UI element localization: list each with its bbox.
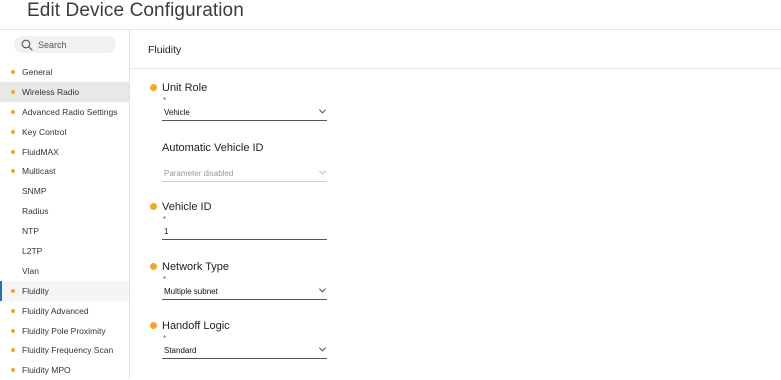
sidebar-item-general[interactable]: General — [0, 62, 129, 82]
sidebar-item-key-control[interactable]: Key Control — [0, 122, 129, 142]
section-title: Fluidity — [148, 44, 182, 56]
sidebar-item-label: General — [22, 66, 53, 77]
chevron-down-icon — [318, 109, 327, 114]
unit-role-label: Unit Role — [162, 82, 208, 94]
chevron-down-icon — [318, 347, 327, 352]
network-type-value: Multiple subnet — [164, 286, 218, 296]
sidebar-item-ntp[interactable]: NTP — [0, 221, 129, 241]
main-content: Fluidity Unit Role * Vehicle Automatic V… — [130, 30, 781, 379]
page-title: Edit Device Configuration — [27, 0, 244, 21]
sidebar-item-advanced-radio-settings[interactable]: Advanced Radio Settings — [0, 102, 129, 122]
automatic-vehicle-id-select: Parameter disabled — [162, 165, 327, 182]
sidebar-item-label: Fluidity MPO — [22, 365, 71, 376]
sidebar-item-fluidity-advanced[interactable]: Fluidity Advanced — [0, 301, 129, 321]
sidebar-item-label: Vlan — [22, 265, 40, 276]
sidebar-item-fluidity[interactable]: Fluidity — [0, 280, 129, 301]
sidebar-item-fluidity-pole-proximity[interactable]: Fluidity Pole Proximity — [0, 321, 129, 341]
status-dot — [11, 308, 15, 313]
status-dot — [150, 203, 157, 210]
status-dot — [11, 69, 15, 74]
status-dot — [150, 84, 157, 91]
status-dot — [11, 109, 15, 114]
handoff-logic-select[interactable]: Standard — [162, 342, 327, 359]
sidebar-item-label: Fluidity Advanced — [22, 305, 89, 316]
chevron-down-icon — [318, 288, 327, 293]
sidebar-item-label: SNMP — [22, 186, 47, 197]
status-dot — [150, 263, 157, 270]
search-box[interactable] — [14, 36, 116, 53]
network-type-select[interactable]: Multiple subnet — [162, 283, 327, 300]
sidebar-item-label: Radius — [22, 206, 49, 217]
sidebar-item-l2tp[interactable]: L2TP — [0, 241, 129, 261]
sidebar-item-label: Key Control — [22, 126, 67, 137]
sidebar-item-label: Fluidity Frequency Scan — [22, 345, 114, 356]
vehicle-id-input[interactable]: 1 — [162, 223, 327, 240]
status-dot — [11, 288, 15, 293]
automatic-vehicle-id-label: Automatic Vehicle ID — [162, 142, 264, 154]
sidebar-item-label: Fluidity — [22, 285, 49, 296]
vehicle-id-value: 1 — [164, 226, 169, 236]
chevron-down-icon — [318, 170, 327, 175]
sidebar-item-snmp[interactable]: SNMP — [0, 181, 129, 201]
status-dot — [150, 322, 157, 329]
status-dot — [11, 169, 15, 174]
sidebar-item-vlan[interactable]: Vlan — [0, 261, 129, 281]
sidebar-item-radius[interactable]: Radius — [0, 201, 129, 221]
section-divider — [130, 68, 781, 69]
sidebar-item-label: Advanced Radio Settings — [22, 106, 118, 117]
status-dot — [11, 89, 15, 94]
sidebar-item-label: Fluidity Pole Proximity — [22, 325, 106, 336]
sidebar-item-label: FluidMAX — [22, 146, 59, 157]
network-type-label: Network Type — [162, 261, 230, 273]
sidebar-item-fluidmax[interactable]: FluidMAX — [0, 142, 129, 162]
vehicle-id-label: Vehicle ID — [162, 201, 212, 213]
handoff-logic-label: Handoff Logic — [162, 320, 230, 332]
status-dot — [11, 348, 15, 353]
sidebar-item-fluidity-frequency-scan[interactable]: Fluidity Frequency Scan — [0, 340, 129, 360]
search-icon — [21, 38, 35, 52]
sidebar-item-multicast[interactable]: Multicast — [0, 161, 129, 181]
handoff-logic-value: Standard — [164, 345, 197, 355]
sidebar: General Wireless Radio Advanced Radio Se… — [0, 30, 130, 379]
sidebar-item-label: Wireless Radio — [22, 86, 80, 97]
sidebar-item-fluidity-mpo[interactable]: Fluidity MPO — [0, 360, 129, 380]
sidebar-item-label: L2TP — [22, 245, 43, 256]
sidebar-item-label: Multicast — [22, 166, 56, 177]
status-dot — [11, 328, 15, 333]
status-dot — [11, 368, 15, 373]
sidebar-item-wireless-radio[interactable]: Wireless Radio — [0, 81, 129, 102]
status-dot — [11, 129, 15, 134]
automatic-vehicle-id-value: Parameter disabled — [164, 168, 234, 178]
unit-role-value: Vehicle — [164, 107, 190, 117]
status-dot — [11, 149, 15, 154]
sidebar-item-label: NTP — [22, 226, 39, 237]
sidebar-nav: General Wireless Radio Advanced Radio Se… — [0, 62, 129, 380]
unit-role-select[interactable]: Vehicle — [162, 104, 327, 121]
search-input[interactable] — [38, 39, 108, 50]
